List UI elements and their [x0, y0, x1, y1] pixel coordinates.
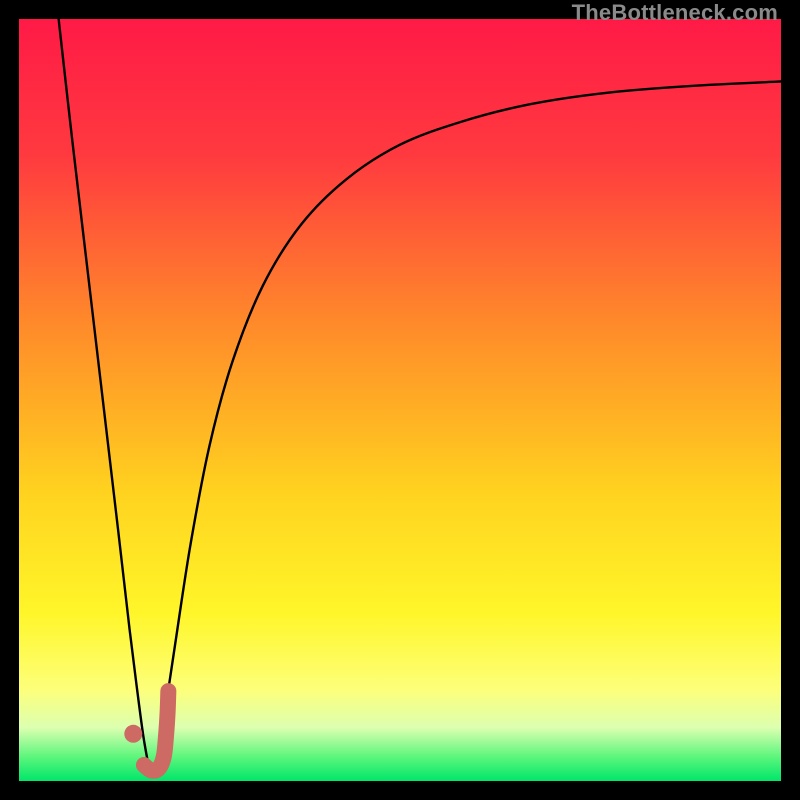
chart-svg	[19, 19, 781, 781]
plot-area	[19, 19, 781, 781]
watermark-label: TheBottleneck.com	[572, 0, 778, 26]
chart-frame: TheBottleneck.com	[0, 0, 800, 800]
marker-j-dot	[124, 725, 142, 743]
